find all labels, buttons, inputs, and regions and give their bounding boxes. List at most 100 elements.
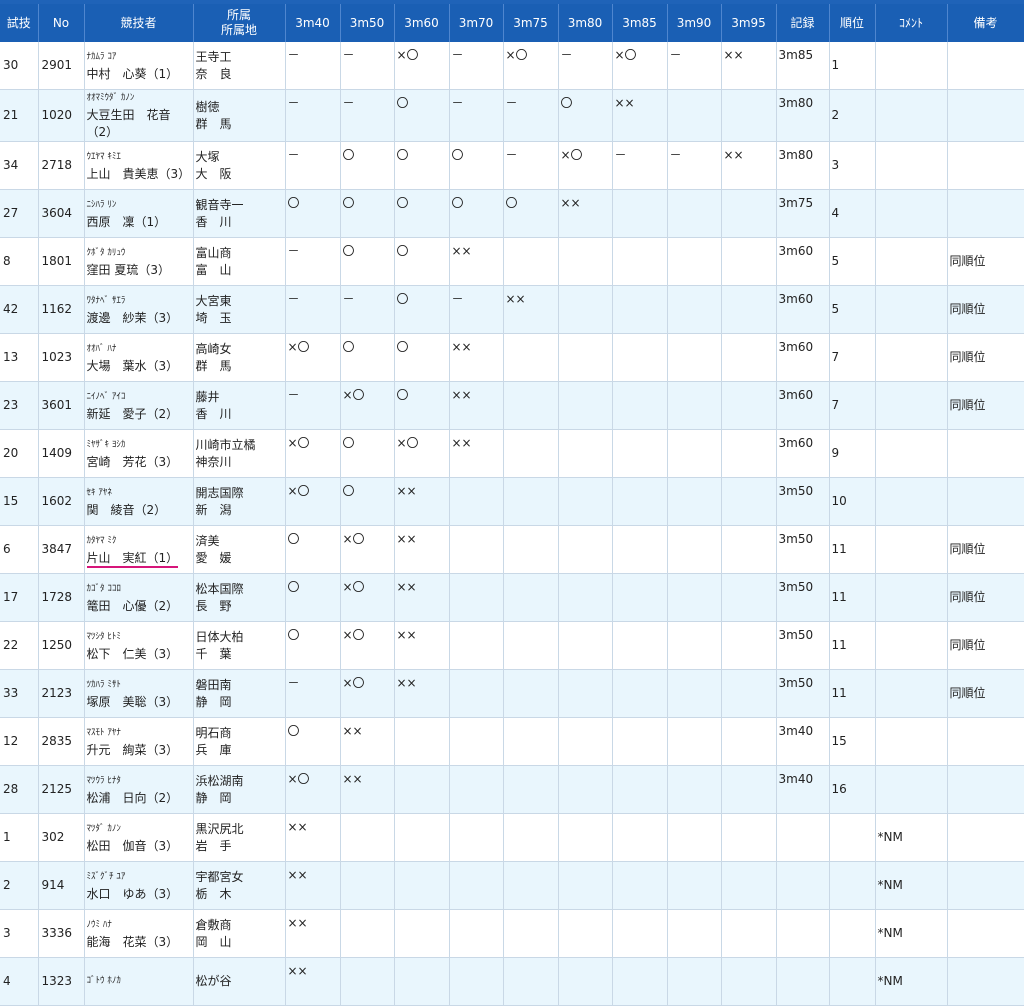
table-row: 8 1801 ｸﾎﾞﾀ ｶﾘｭｳ 窪田 夏琉（3） 富山商富 山－〇〇 ×× 3m60 5 同順…: [0, 237, 1024, 286]
header-affiliation[interactable]: 所属 所属地: [193, 4, 286, 42]
attempt-mark-cell: [721, 957, 777, 1006]
athlete-name: 宮崎 芳花（3）: [87, 454, 191, 471]
athlete-name: 塚原 美聡（3）: [87, 694, 191, 711]
attempt-mark-cell: －: [285, 285, 341, 334]
attempt-mark-cell: ××: [503, 285, 559, 334]
notes-cell: [947, 813, 1024, 862]
attempt-mark-cell: －: [285, 381, 341, 430]
table-row: 42 1162 ﾜﾀﾅﾍﾞ ｻｴﾗ 渡邊 紗茉（3） 大宮東埼 玉－－〇－ ×× 3m60 5…: [0, 285, 1024, 334]
header-height-3m75[interactable]: 3m75: [503, 4, 559, 42]
athlete-kana: ﾏﾂｼﾀ ﾋﾄﾐ: [86, 631, 121, 642]
header-notes[interactable]: 備考: [947, 4, 1024, 42]
attempt-mark-cell: [721, 813, 777, 862]
record-cell: 3m50: [776, 621, 830, 670]
header-height-3m95[interactable]: 3m95: [721, 4, 777, 42]
athlete-kana: ﾜﾀﾅﾍﾞ ｻｴﾗ: [86, 295, 126, 306]
record-cell: [776, 957, 830, 1006]
attempt-mark-cell: [612, 909, 668, 958]
attempt-mark-cell: ××: [394, 621, 450, 670]
record-cell: 3m60: [776, 381, 830, 430]
header-height-3m90[interactable]: 3m90: [667, 4, 722, 42]
athlete-kana: ﾏｽﾓﾄ ｱﾔﾅ: [86, 727, 121, 738]
attempt-mark-cell: ×〇: [340, 525, 395, 574]
athlete-cell: ﾆｼﾊﾗ ﾘﾝ 西原 凜（1）: [84, 189, 194, 238]
header-height-3m85[interactable]: 3m85: [612, 4, 668, 42]
athlete-name: 中村 心葵（1）: [87, 66, 191, 83]
athlete-name: 松田 伽音（3）: [87, 838, 191, 855]
attempt-mark-cell: [612, 573, 668, 622]
attempt-mark-cell: ××: [449, 333, 504, 382]
table-row: 6 3847 ｶﾀﾔﾏ ﾐｸ 片山 実紅（1） 済美愛 媛〇 ×〇 ×× 3m50 11 同順位: [0, 525, 1024, 574]
attempt-mark-cell: [558, 861, 613, 910]
notes-cell: [947, 429, 1024, 478]
attempt-mark-cell: [667, 89, 722, 142]
prefecture-name: 兵 庫: [195, 742, 232, 757]
attempt-mark-cell: [449, 717, 504, 766]
athlete-name-text: 窪田 夏琉（3）: [86, 262, 170, 277]
bib-number-cell: 2718: [38, 141, 85, 190]
affiliation-cell: 磐田南静 岡: [193, 669, 286, 718]
attempt-mark-cell: 〇: [394, 141, 450, 190]
comment-cell: [875, 189, 948, 238]
attempt-mark-cell: [612, 669, 668, 718]
header-height-3m70[interactable]: 3m70: [449, 4, 504, 42]
attempt-mark-cell: 〇: [394, 237, 450, 286]
attempt-mark-cell: [558, 237, 613, 286]
header-trial[interactable]: 試技: [0, 4, 39, 42]
record-cell: 3m60: [776, 333, 830, 382]
prefecture-name: 千 葉: [195, 646, 232, 661]
attempt-mark-cell: ×〇: [285, 477, 341, 526]
attempt-mark-cell: 〇: [340, 429, 395, 478]
prefecture-name: 静 岡: [195, 694, 232, 709]
attempt-mark-cell: [667, 477, 722, 526]
trial-order-cell: 13: [0, 333, 39, 382]
athlete-kana: ｶｺﾞﾀ ｺｺﾛ: [86, 583, 121, 594]
header-height-3m40[interactable]: 3m40: [285, 4, 341, 42]
attempt-mark-cell: [394, 957, 450, 1006]
attempt-mark-cell: [721, 765, 777, 814]
rank-cell: 11: [829, 525, 876, 574]
record-cell: [776, 813, 830, 862]
attempt-mark-cell: [503, 477, 559, 526]
attempt-mark-cell: 〇: [285, 573, 341, 622]
trial-order-cell: 33: [0, 669, 39, 718]
rank-cell: 2: [829, 89, 876, 142]
athlete-name-text: 片山 実紅（1）: [86, 550, 179, 568]
header-no[interactable]: No: [38, 4, 85, 42]
attempt-mark-cell: ×〇: [285, 429, 341, 478]
athlete-name: 窪田 夏琉（3）: [87, 262, 191, 279]
header-rank[interactable]: 順位: [829, 4, 876, 42]
header-height-3m80[interactable]: 3m80: [558, 4, 613, 42]
attempt-mark-cell: 〇: [394, 285, 450, 334]
trial-order-cell: 12: [0, 717, 39, 766]
attempt-mark-cell: [612, 477, 668, 526]
trial-order-cell: 22: [0, 621, 39, 670]
comment-cell: [875, 429, 948, 478]
attempt-mark-cell: [558, 765, 613, 814]
header-height-3m60[interactable]: 3m60: [394, 4, 450, 42]
header-athlete[interactable]: 競技者: [84, 4, 194, 42]
school-name: 明石商: [195, 725, 232, 740]
attempt-mark-cell: [449, 669, 504, 718]
bib-number-cell: 1023: [38, 333, 85, 382]
bib-number-cell: 1801: [38, 237, 85, 286]
attempt-mark-cell: [721, 525, 777, 574]
athlete-name: 片山 実紅（1）: [86, 550, 191, 568]
notes-cell: 同順位: [947, 525, 1024, 574]
school-name: 日体大柏: [195, 629, 244, 644]
comment-cell: *NM: [875, 813, 948, 862]
school-name: 磐田南: [195, 677, 232, 692]
notes-cell: 同順位: [947, 237, 1024, 286]
bib-number-cell: 3847: [38, 525, 85, 574]
prefecture-name: 富 山: [195, 262, 232, 277]
attempt-mark-cell: [667, 333, 722, 382]
header-height-3m50[interactable]: 3m50: [340, 4, 395, 42]
athlete-cell: ﾂｶﾊﾗ ﾐｻﾄ 塚原 美聡（3）: [84, 669, 194, 718]
header-comment[interactable]: ｺﾒﾝﾄ: [875, 4, 948, 42]
athlete-name: 渡邊 紗茉（3）: [87, 310, 191, 327]
athlete-name: 西原 凜（1）: [87, 214, 191, 231]
notes-cell: [947, 765, 1024, 814]
prefecture-name: 新 潟: [195, 502, 232, 517]
school-name: 開志国際: [195, 485, 244, 500]
header-record[interactable]: 記録: [776, 4, 830, 42]
